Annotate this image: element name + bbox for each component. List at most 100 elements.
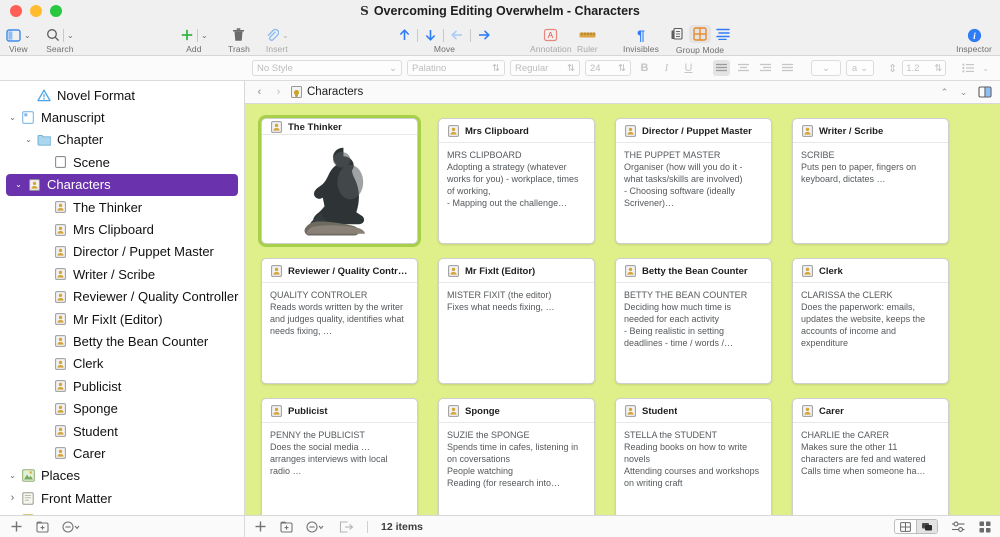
corkboard-card[interactable]: Reviewer / Quality Controll… QUALITY CONT… <box>261 258 418 384</box>
binder-item-mr-fixit-editor[interactable]: Mr FixIt (Editor) <box>0 308 244 330</box>
corkboard-card[interactable]: The Thinker <box>261 118 418 244</box>
scrivenings-view-icon[interactable] <box>716 28 730 40</box>
corkboard-card[interactable]: Writer / Scribe SCRIBE Puts pen to paper,… <box>792 118 949 244</box>
toolbar-ruler-group[interactable]: Ruler <box>577 25 598 54</box>
underline-button[interactable]: U <box>680 60 697 76</box>
italic-button[interactable]: I <box>658 60 675 76</box>
toolbar-move-group[interactable]: Move <box>398 25 491 54</box>
binder-item-director-puppet-master[interactable]: Director / Puppet Master <box>0 241 244 263</box>
disclosure-expanded-icon[interactable]: ⌄ <box>12 180 25 189</box>
list-chevron-down-icon[interactable]: ⌄ <box>982 64 989 73</box>
binder-options-button[interactable] <box>62 520 82 533</box>
card-synopsis[interactable]: MRS CLIPBOARD Adopting a strategy (whate… <box>439 143 594 243</box>
font-size-select[interactable]: 24 ⇅ <box>585 60 631 76</box>
toolbar-annotation-group[interactable]: A Annotation <box>530 25 572 54</box>
corkboard-options-button[interactable] <box>306 520 326 533</box>
binder-item-betty-the-bean-counter[interactable]: Betty the Bean Counter <box>0 330 244 352</box>
card-synopsis[interactable]: CLARISSA the CLERK Does the paperwork: e… <box>793 283 948 383</box>
binder-list[interactable]: Novel Format ⌄ Manuscript ⌄ Chapter Scene ⌄ Cha… <box>0 81 244 515</box>
open-in-editor-button[interactable] <box>339 520 354 533</box>
toolbar-view-group[interactable]: ⌄ View <box>6 25 31 54</box>
binder-item-sponge[interactable]: Sponge <box>0 397 244 419</box>
toolbar-trash-group[interactable]: Trash <box>228 25 250 54</box>
line-spacing-select[interactable]: 1.2 ⇅ <box>902 60 947 76</box>
card-synopsis[interactable]: QUALITY CONTROLER Reads words written by… <box>262 283 417 383</box>
annotation-icon[interactable]: A <box>543 28 558 42</box>
search-chevron-down-icon[interactable]: ⌄ <box>67 31 74 40</box>
insert-chevron-down-icon[interactable]: ⌄ <box>282 31 289 40</box>
align-justify-button[interactable] <box>779 60 796 76</box>
move-right-icon[interactable] <box>477 28 491 42</box>
toolbar-group-mode-group[interactable]: Group Mode <box>670 24 730 55</box>
view-chevron-down-icon[interactable]: ⌄ <box>24 31 31 40</box>
binder-item-reviewer-quality-controller[interactable]: Reviewer / Quality Controller <box>0 286 244 308</box>
disclosure-collapsed-icon[interactable]: › <box>6 492 19 504</box>
binder-item-novel-format[interactable]: Novel Format <box>0 84 244 106</box>
toolbar-inspector-group[interactable]: i Inspector <box>956 25 992 54</box>
align-left-button[interactable] <box>713 60 730 76</box>
view-layout-icon[interactable] <box>6 28 21 42</box>
font-family-select[interactable]: Palatino ⇅ <box>407 60 505 76</box>
disclosure-expanded-icon[interactable]: ⌄ <box>6 113 19 122</box>
add-chevron-down-icon[interactable]: ⌄ <box>201 31 208 40</box>
binder-item-student[interactable]: Student <box>0 420 244 442</box>
corkboard-card[interactable]: Betty the Bean Counter BETTY THE BEAN COU… <box>615 258 772 384</box>
corkboard-settings-icon[interactable] <box>951 521 966 533</box>
binder-item-the-thinker[interactable]: The Thinker <box>0 196 244 218</box>
font-weight-select[interactable]: Regular ⇅ <box>510 60 580 76</box>
card-synopsis[interactable]: BETTY THE BEAN COUNTER Deciding how much… <box>616 283 771 383</box>
align-right-button[interactable] <box>757 60 774 76</box>
corkboard-card[interactable]: Sponge SUZIE the SPONGE Spends time in ca… <box>438 398 595 515</box>
navigate-forward-icon[interactable]: › <box>272 86 285 98</box>
binder-item-scene[interactable]: Scene <box>0 151 244 173</box>
binder-item-mrs-clipboard[interactable]: Mrs Clipboard <box>0 218 244 240</box>
corkboard-card[interactable]: Director / Puppet Master THE PUPPET MASTE… <box>615 118 772 244</box>
move-down-icon[interactable] <box>424 28 437 42</box>
outliner-view-icon[interactable] <box>670 27 684 41</box>
disclosure-expanded-icon[interactable]: ⌄ <box>6 471 19 480</box>
corkboard-card[interactable]: Student STELLA the STUDENT Reading books … <box>615 398 772 515</box>
binder-item-carer[interactable]: Carer <box>0 442 244 464</box>
split-editor-icon[interactable] <box>978 86 992 98</box>
binder-item-places[interactable]: ⌄ Places <box>0 465 244 487</box>
toolbar-search-group[interactable]: ⌄ Search <box>46 25 74 54</box>
list-style-button[interactable] <box>960 60 977 76</box>
corkboard-view-icon[interactable] <box>689 25 711 43</box>
new-folder-button[interactable] <box>36 521 49 533</box>
pilcrow-icon[interactable]: ¶ <box>637 27 645 43</box>
corkboard-layout-toggle[interactable] <box>894 519 938 534</box>
add-plus-icon[interactable] <box>180 28 194 42</box>
corkboard-card[interactable]: Clerk CLARISSA the CLERK Does the paperwo… <box>792 258 949 384</box>
next-document-icon[interactable]: ⌄ <box>957 87 970 98</box>
paperclip-icon[interactable] <box>265 28 279 42</box>
binder-item-front-matter[interactable]: › Front Matter <box>0 487 244 509</box>
ruler-icon[interactable] <box>579 30 596 40</box>
toolbar-insert-group[interactable]: ⌄ Insert <box>265 25 289 54</box>
move-up-icon[interactable] <box>398 28 411 42</box>
card-synopsis[interactable]: MISTER FIXIT (the editor) Fixes what nee… <box>439 283 594 383</box>
card-synopsis[interactable]: CHARLIE the CARER Makes sure the other 1… <box>793 423 948 515</box>
binder-item-manuscript[interactable]: ⌄ Manuscript <box>0 106 244 128</box>
binder-item-clerk[interactable]: Clerk <box>0 353 244 375</box>
previous-document-icon[interactable]: ⌃ <box>938 87 951 98</box>
card-synopsis[interactable]: SCRIBE Puts pen to paper, fingers on key… <box>793 143 948 243</box>
text-color-select[interactable]: a ⌄ <box>846 60 874 76</box>
toolbar-add-group[interactable]: ⌄ Add <box>180 25 208 54</box>
card-synopsis[interactable]: SUZIE the SPONGE Spends time in cafes, l… <box>439 423 594 515</box>
corkboard[interactable]: The Thinker Mrs Clipboard MRS CLIPBOARD Ad… <box>245 104 1000 515</box>
card-size-icon[interactable] <box>979 521 991 533</box>
corkboard-card[interactable]: Mr FixIt (Editor) MISTER FIXIT (the edito… <box>438 258 595 384</box>
binder-item-characters[interactable]: ⌄ Characters <box>6 173 238 196</box>
corkboard-card[interactable]: Publicist PENNY the PUBLICIST Does the so… <box>261 398 418 515</box>
breadcrumb[interactable]: Characters <box>291 86 363 98</box>
binder-item-writer-scribe[interactable]: Writer / Scribe <box>0 263 244 285</box>
binder-item-publicist[interactable]: Publicist <box>0 375 244 397</box>
bold-button[interactable]: B <box>636 60 653 76</box>
freeform-layout-option[interactable] <box>916 520 937 533</box>
paragraph-style-select[interactable]: No Style ⌄ <box>252 60 402 76</box>
disclosure-expanded-icon[interactable]: ⌄ <box>22 135 35 144</box>
corkboard-card[interactable]: Mrs Clipboard MRS CLIPBOARD Adopting a st… <box>438 118 595 244</box>
toolbar-invisibles-group[interactable]: ¶ Invisibles <box>623 25 659 54</box>
trash-icon[interactable] <box>232 28 245 42</box>
grid-layout-option[interactable] <box>895 520 916 533</box>
